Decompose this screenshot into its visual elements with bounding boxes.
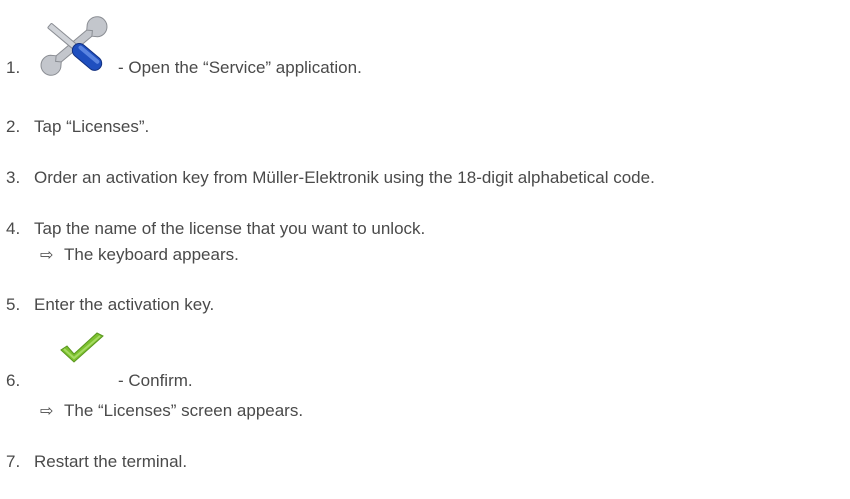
result-arrow-icon: ⇨ [40, 247, 54, 264]
step-text: Restart the terminal. [34, 452, 188, 471]
step-number: 4. [6, 219, 21, 238]
step-number: 6. [6, 371, 21, 390]
result-text: The “Licenses” screen appears. [64, 401, 304, 420]
step-text: Order an activation key from Müller-Elek… [34, 168, 655, 187]
step-text: - Open the “Service” application. [118, 58, 362, 77]
step-text: Tap “Licenses”. [34, 117, 150, 136]
result-text: The keyboard appears. [64, 245, 239, 264]
step-number: 1. [6, 58, 21, 77]
step-number: 7. [6, 452, 21, 471]
step-1: 1. - Open the “Service” application. [0, 58, 362, 78]
step-4: 4. Tap the name of the license that you … [0, 219, 425, 239]
step-number: 3. [6, 168, 21, 187]
checkmark-icon [58, 332, 106, 366]
step-text: - Confirm. [118, 371, 193, 390]
step-6: 6. - Confirm. [0, 371, 193, 391]
step-text: Tap the name of the license that you wan… [34, 219, 426, 238]
step-4-result: ⇨ The keyboard appears. [40, 245, 239, 265]
step-number: 5. [6, 295, 21, 314]
step-number: 2. [6, 117, 21, 136]
step-text: Enter the activation key. [34, 295, 215, 314]
step-6-result: ⇨ The “Licenses” screen appears. [40, 401, 303, 421]
step-7: 7. Restart the terminal. [0, 452, 187, 472]
step-3: 3. Order an activation key from Müller-E… [0, 168, 655, 188]
step-2: 2. Tap “Licenses”. [0, 117, 149, 137]
result-arrow-icon: ⇨ [40, 403, 54, 420]
step-5: 5. Enter the activation key. [0, 295, 214, 315]
